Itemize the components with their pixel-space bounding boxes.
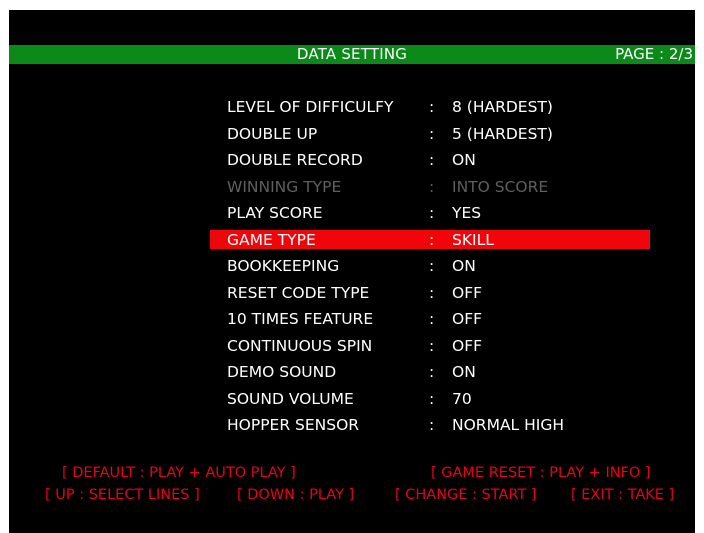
setting-label: WINNING TYPE <box>227 177 342 196</box>
help-up: [ UP : SELECT LINES ] <box>45 487 200 503</box>
screen-title: DATA SETTING <box>296 45 408 63</box>
setting-row-level-of-difficulty[interactable]: LEVEL OF DIFFICULFY : 8 (HARDEST) <box>9 94 695 121</box>
separator: : <box>429 257 435 275</box>
setting-label: BOOKKEEPING <box>227 257 340 275</box>
separator: : <box>429 124 435 143</box>
setting-label: LEVEL OF DIFFICULFY <box>227 98 394 116</box>
setting-row-sound-volume[interactable]: SOUND VOLUME : 70 <box>9 386 695 413</box>
setting-row-play-score[interactable]: PLAY SCORE : YES <box>9 200 695 227</box>
separator: : <box>429 283 435 302</box>
separator: : <box>429 177 435 196</box>
setting-row-winning-type: WINNING TYPE : INTO SCORE <box>9 174 695 201</box>
separator: : <box>429 230 435 249</box>
separator: : <box>429 310 435 328</box>
setting-label: DOUBLE RECORD <box>227 151 363 169</box>
setting-value: OFF <box>452 310 483 328</box>
setting-row-demo-sound[interactable]: DEMO SOUND : ON <box>9 359 695 386</box>
setting-value: INTO SCORE <box>452 177 549 196</box>
setting-row-continuous-spin[interactable]: CONTINUOUS SPIN : OFF <box>9 333 695 360</box>
setting-label: PLAY SCORE <box>227 204 323 222</box>
settings-list: LEVEL OF DIFFICULFY : 8 (HARDEST) DOUBLE… <box>9 94 695 439</box>
setting-value: SKILL <box>452 230 494 249</box>
setting-label: CONTINUOUS SPIN <box>227 336 373 355</box>
setting-value: ON <box>452 363 476 381</box>
setting-row-hopper-sensor[interactable]: HOPPER SENSOR : NORMAL HIGH <box>9 412 695 439</box>
setting-row-double-up[interactable]: DOUBLE UP : 5 (HARDEST) <box>9 121 695 148</box>
help-game-reset: [ GAME RESET : PLAY + INFO ] <box>431 465 651 481</box>
separator: : <box>429 416 435 434</box>
help-change: [ CHANGE : START ] <box>395 487 537 503</box>
setting-row-bookkeeping[interactable]: BOOKKEEPING : ON <box>9 253 695 280</box>
help-exit: [ EXIT : TAKE ] <box>571 487 675 503</box>
separator: : <box>429 204 435 222</box>
setting-value: 5 (HARDEST) <box>452 124 553 143</box>
setting-value: 8 (HARDEST) <box>452 98 553 116</box>
setting-value: OFF <box>452 336 483 355</box>
setting-row-double-record[interactable]: DOUBLE RECORD : ON <box>9 147 695 174</box>
setting-label: RESET CODE TYPE <box>227 283 370 302</box>
setting-value: ON <box>452 257 476 275</box>
setting-label: SOUND VOLUME <box>227 389 354 408</box>
setting-value: OFF <box>452 283 483 302</box>
separator: : <box>429 363 435 381</box>
setting-value: YES <box>452 204 482 222</box>
setting-value: ON <box>452 151 476 169</box>
setting-label: 10 TIMES FEATURE <box>227 310 374 328</box>
setting-value: 70 <box>452 389 472 408</box>
separator: : <box>429 336 435 355</box>
setting-value: NORMAL HIGH <box>452 416 564 434</box>
separator: : <box>429 151 435 169</box>
setting-row-10-times-feature[interactable]: 10 TIMES FEATURE : OFF <box>9 306 695 333</box>
setting-row-game-type[interactable]: GAME TYPE : SKILL <box>9 227 695 254</box>
game-settings-screen: DATA SETTING PAGE : 2/3 LEVEL OF DIFFICU… <box>9 10 695 533</box>
page-indicator: PAGE : 2/3 <box>615 45 693 63</box>
setting-label: DOUBLE UP <box>227 124 318 143</box>
help-default: [ DEFAULT : PLAY + AUTO PLAY ] <box>62 465 296 481</box>
separator: : <box>429 389 435 408</box>
separator: : <box>429 98 435 116</box>
setting-label: GAME TYPE <box>227 230 316 249</box>
help-down: [ DOWN : PLAY ] <box>237 487 355 503</box>
setting-label: HOPPER SENSOR <box>227 416 360 434</box>
header-bar: DATA SETTING PAGE : 2/3 <box>9 45 695 64</box>
setting-label: DEMO SOUND <box>227 363 337 381</box>
setting-row-reset-code-type[interactable]: RESET CODE TYPE : OFF <box>9 280 695 307</box>
